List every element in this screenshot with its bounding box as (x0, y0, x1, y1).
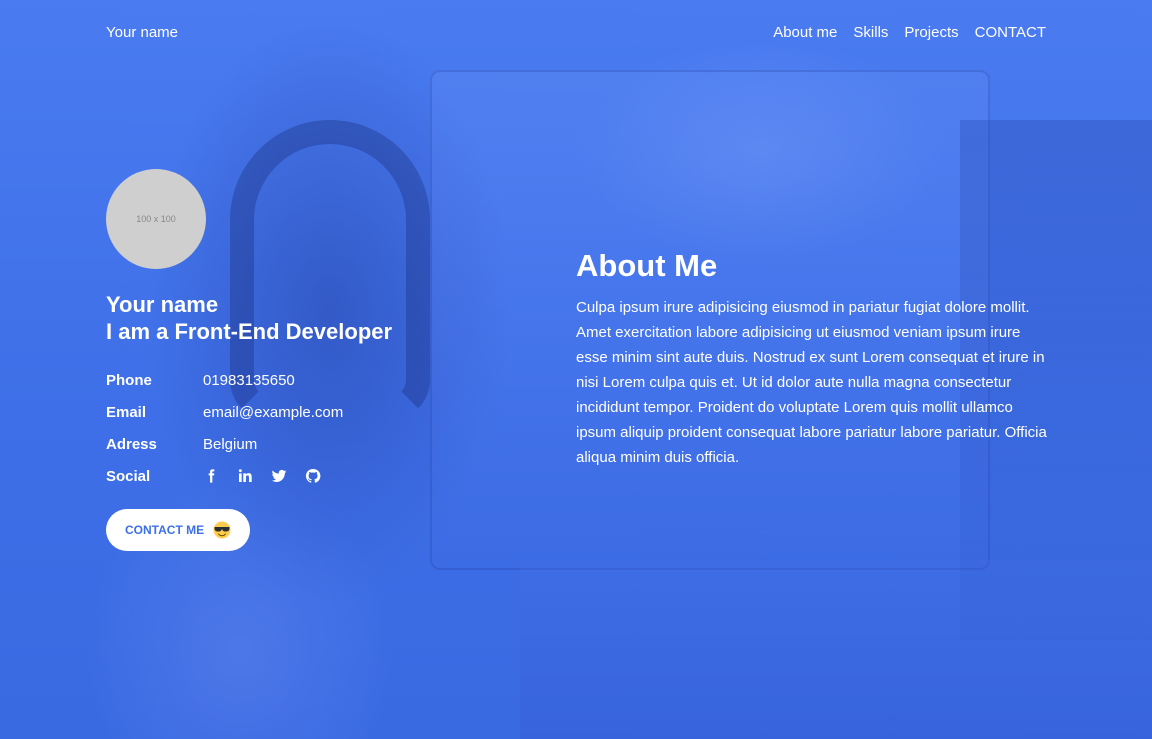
nav-links: About me Skills Projects CONTACT (773, 24, 1046, 41)
facebook-icon[interactable] (203, 468, 219, 484)
address-label: Adress (106, 435, 157, 453)
profile-card: 100 x 100 Your name I am a Front-End Dev… (106, 169, 546, 551)
social-links (203, 468, 321, 484)
contact-info: Phone 01983135650 Email email@example.co… (106, 364, 546, 492)
phone-label: Phone (106, 371, 152, 389)
background-desk (520, 560, 1152, 739)
avatar-placeholder-text: 100 x 100 (136, 214, 176, 224)
phone-value: 01983135650 (203, 371, 295, 389)
twitter-icon[interactable] (271, 468, 287, 484)
avatar: 100 x 100 (106, 169, 206, 269)
about-text: Culpa ipsum irure adipisicing eiusmod in… (576, 299, 1047, 466)
profile-heading: Your name I am a Front-End Developer (106, 291, 546, 345)
about-section: About Me Culpa ipsum irure adipisicing e… (576, 248, 1048, 470)
top-navbar: Your name About me Skills Projects CONTA… (106, 18, 1046, 46)
info-row-address: Adress Belgium (106, 428, 546, 460)
contact-me-label: CONTACT ME (125, 523, 205, 537)
social-label: Social (106, 467, 151, 485)
profile-name: Your name (106, 292, 219, 317)
brand-link[interactable]: Your name (106, 24, 178, 41)
nav-link-contact[interactable]: CONTACT (975, 24, 1046, 41)
profile-role: I am a Front-End Developer (106, 319, 393, 344)
nav-link-projects[interactable]: Projects (904, 24, 958, 41)
contact-me-button[interactable]: CONTACT ME (106, 509, 251, 551)
email-label: Email (106, 403, 147, 421)
sunglasses-emoji-icon (213, 521, 231, 539)
info-row-email: Email email@example.com (106, 396, 546, 428)
linkedin-icon[interactable] (237, 468, 253, 484)
info-row-phone: Phone 01983135650 (106, 364, 546, 396)
github-icon[interactable] (305, 468, 321, 484)
nav-link-about-me[interactable]: About me (773, 24, 837, 41)
about-title: About Me (576, 248, 718, 283)
info-row-social: Social (106, 460, 546, 492)
address-value: Belgium (203, 435, 258, 453)
email-value: email@example.com (203, 403, 344, 421)
nav-link-skills[interactable]: Skills (853, 24, 888, 41)
